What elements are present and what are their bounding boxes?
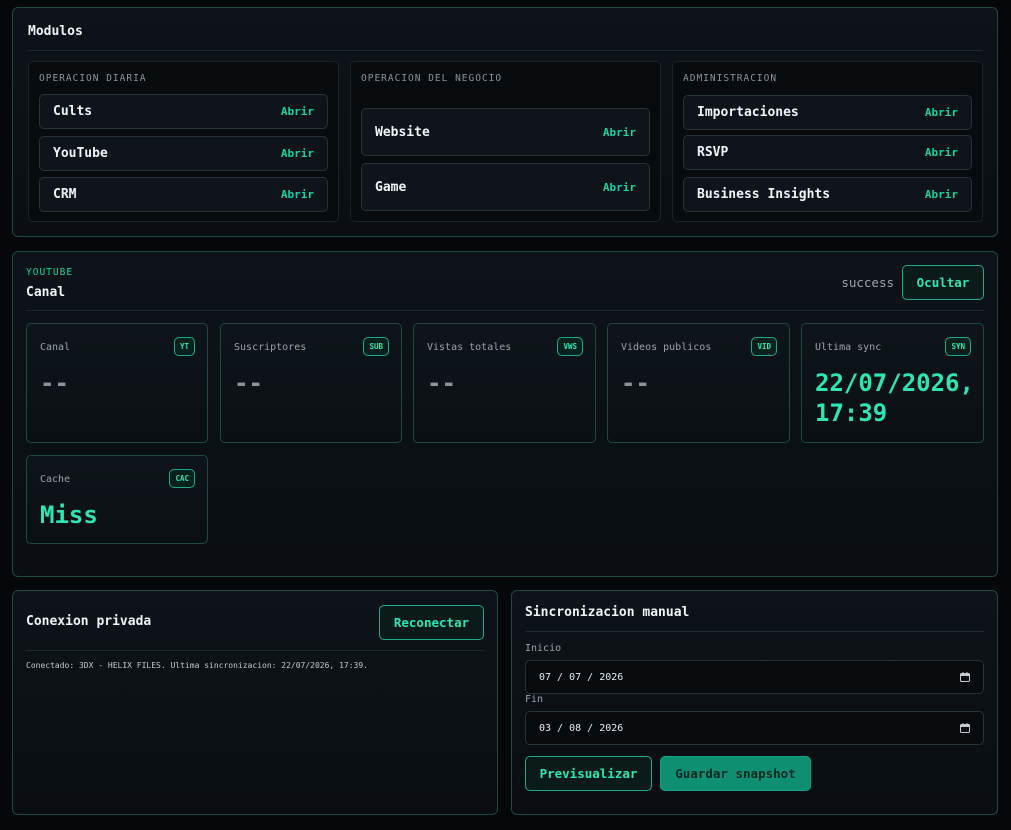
hide-button[interactable]: Ocultar xyxy=(902,265,984,300)
connection-panel: Conexion privada Reconectar Conectado: 3… xyxy=(12,590,498,815)
module-name: Website xyxy=(375,124,430,140)
modules-title: Modulos xyxy=(28,24,83,39)
manual-sync-divider xyxy=(525,631,984,632)
manual-sync-panel: Sincronizacion manual Inicio 07 / 07 / 2… xyxy=(511,590,998,815)
stat-value: -- xyxy=(621,369,650,397)
stat-value: -- xyxy=(427,369,456,397)
module-name: Game xyxy=(375,179,407,195)
module-item-cults[interactable]: Cults Abrir xyxy=(39,94,328,129)
stat-badge: SUB xyxy=(363,337,389,356)
module-open-link[interactable]: Abrir xyxy=(603,181,636,194)
save-snapshot-button[interactable]: Guardar snapshot xyxy=(660,756,811,791)
stat-badge: CAC xyxy=(169,469,195,488)
module-item-game[interactable]: Game Abrir xyxy=(361,163,650,211)
youtube-eyebrow: YOUTUBE xyxy=(26,267,74,278)
module-name: RSVP xyxy=(697,145,729,160)
manual-sync-title: Sincronizacion manual xyxy=(525,605,690,620)
group-operacion-diaria: OPERACION DIARIA Cults Abrir YouTube Abr… xyxy=(28,61,339,222)
connection-title: Conexion privada xyxy=(26,614,152,629)
module-open-link[interactable]: Abrir xyxy=(925,188,958,201)
stat-card-suscriptores: Suscriptores SUB -- xyxy=(220,323,402,443)
stat-card-cache: Cache CAC Miss xyxy=(26,455,208,544)
youtube-panel: YOUTUBE Canal success Ocultar Canal YT -… xyxy=(12,251,998,577)
stat-card-videos: Videos publicos VID -- xyxy=(607,323,790,443)
stat-card-canal: Canal YT -- xyxy=(26,323,208,443)
module-item-business-insights[interactable]: Business Insights Abrir xyxy=(683,177,972,212)
stat-badge: VID xyxy=(751,337,777,356)
end-date-input[interactable]: 03 / 08 / 2026 xyxy=(525,711,984,745)
group-label: ADMINISTRACION xyxy=(683,73,778,84)
modules-divider xyxy=(28,50,982,51)
module-open-link[interactable]: Abrir xyxy=(925,146,958,159)
stat-badge: YT xyxy=(173,337,195,356)
module-name: CRM xyxy=(53,187,77,202)
module-item-crm[interactable]: CRM Abrir xyxy=(39,177,328,212)
stat-label: Cache xyxy=(40,474,71,485)
youtube-divider xyxy=(26,310,984,311)
stat-label: Videos publicos xyxy=(621,342,712,353)
start-date-input[interactable]: 07 / 07 / 2026 xyxy=(525,660,984,694)
group-operacion-negocio: OPERACION DEL NEGOCIO Website Abrir Game… xyxy=(350,61,661,222)
group-label: OPERACION DIARIA xyxy=(39,73,147,84)
modules-panel: Modulos OPERACION DIARIA Cults Abrir You… xyxy=(12,7,998,237)
module-open-link[interactable]: Abrir xyxy=(281,105,314,118)
stat-label: Ultima sync xyxy=(815,342,882,353)
module-open-link[interactable]: Abrir xyxy=(603,126,636,139)
calendar-icon[interactable] xyxy=(960,723,970,733)
module-name: YouTube xyxy=(53,146,108,161)
reconnect-button[interactable]: Reconectar xyxy=(379,605,484,640)
module-open-link[interactable]: Abrir xyxy=(925,106,958,119)
module-open-link[interactable]: Abrir xyxy=(281,147,314,160)
module-item-rsvp[interactable]: RSVP Abrir xyxy=(683,135,972,170)
start-date-value: 07 / 07 / 2026 xyxy=(539,671,624,683)
start-date-label: Inicio xyxy=(525,643,562,654)
module-item-website[interactable]: Website Abrir xyxy=(361,108,650,156)
connection-divider xyxy=(26,650,484,651)
stat-label: Canal xyxy=(40,342,71,353)
module-name: Business Insights xyxy=(697,187,831,202)
channel-title: Canal xyxy=(26,285,66,300)
module-name: Cults xyxy=(53,104,93,119)
module-item-importaciones[interactable]: Importaciones Abrir xyxy=(683,95,972,130)
stat-value: -- xyxy=(40,369,69,397)
stat-label: Vistas totales xyxy=(427,342,512,353)
end-date-label: Fin xyxy=(525,694,544,705)
status-text: success xyxy=(841,275,894,290)
module-item-youtube[interactable]: YouTube Abrir xyxy=(39,136,328,171)
preview-button[interactable]: Previsualizar xyxy=(525,756,652,791)
end-date-value: 03 / 08 / 2026 xyxy=(539,722,624,734)
connection-message: Conectado: 3DX - HELIX FILES. Ultima sin… xyxy=(26,661,368,670)
stat-badge: VWS xyxy=(557,337,583,356)
stat-value: Miss xyxy=(40,501,98,529)
stat-label: Suscriptores xyxy=(234,342,307,353)
stat-value: -- xyxy=(234,369,263,397)
module-name: Importaciones xyxy=(697,105,799,120)
stat-card-vistas: Vistas totales VWS -- xyxy=(413,323,596,443)
stat-card-ultima-sync: Ultima sync SYN 22/07/2026, 17:39 xyxy=(801,323,984,443)
calendar-icon[interactable] xyxy=(960,672,970,682)
group-administracion: ADMINISTRACION Importaciones Abrir RSVP … xyxy=(672,61,983,222)
stat-badge: SYN xyxy=(945,337,971,356)
group-label: OPERACION DEL NEGOCIO xyxy=(361,73,503,84)
module-open-link[interactable]: Abrir xyxy=(281,188,314,201)
stat-value: 22/07/2026, 17:39 xyxy=(815,369,974,427)
